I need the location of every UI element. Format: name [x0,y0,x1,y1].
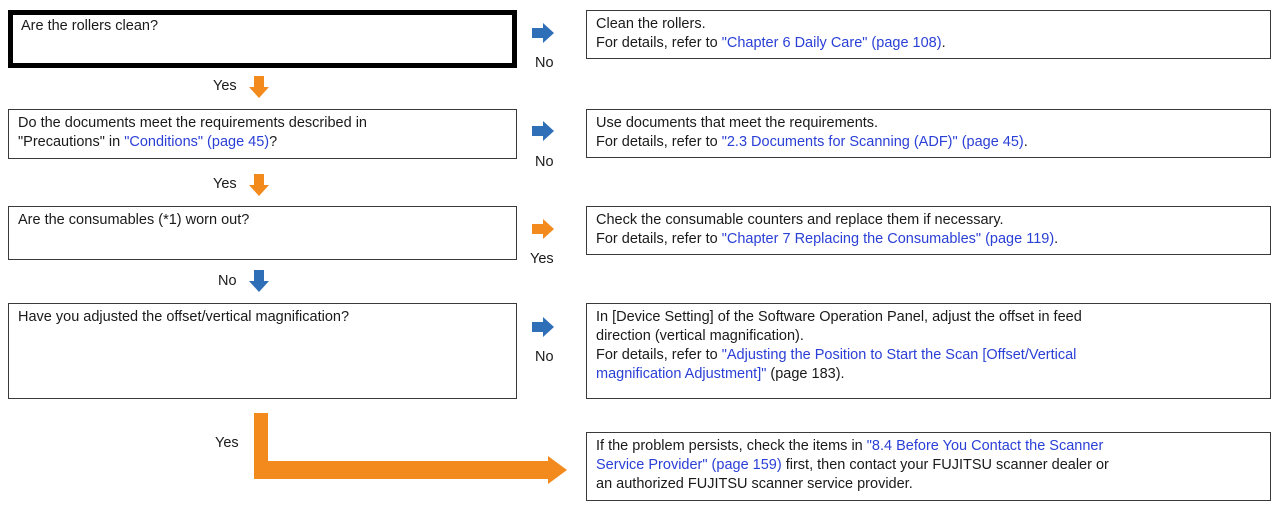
final-suffix: first, then contact your FUJITSU scanner… [781,457,1109,473]
final-link[interactable]: "8.4 Before You Contact the Scanner [867,438,1104,454]
final-link-continued[interactable]: Service Provider" (page 159) [596,457,782,473]
final-box-contact-provider: If the problem persists, check the items… [586,432,1271,501]
final-line-3: an authorized FUJITSU scanner service pr… [596,476,913,492]
final-line-2: Service Provider" (page 159) first, then… [596,456,1261,475]
final-line-1: If the problem persists, check the items… [596,437,1261,456]
final-prefix: If the problem persists, check the items… [596,438,867,454]
